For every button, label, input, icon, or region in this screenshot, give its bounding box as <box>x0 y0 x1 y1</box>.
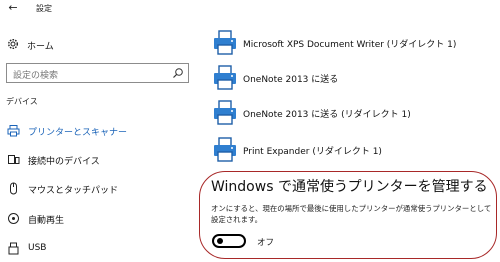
printer-name: OneNote 2013 に送る <box>243 75 339 85</box>
printer-device-icon <box>212 136 238 164</box>
sidebar-item-connected-devices[interactable]: 接続中のデバイス <box>0 150 200 170</box>
sidebar-home[interactable]: ホーム <box>0 35 200 55</box>
printer-item[interactable]: Microsoft XPS Document Writer (リダイレクト 1) <box>212 29 492 59</box>
manage-default-printer-heading: Windows で通常使うプリンターを管理する <box>211 179 488 195</box>
printer-icon <box>7 124 20 137</box>
sidebar-item-label: マウスとタッチパッド <box>28 186 119 196</box>
settings-window: ← 設定 ホーム 設定の検索 デバイス プリンターとスキャナー 接続中のデバイス… <box>0 0 500 262</box>
sidebar-item-mouse[interactable]: マウスとタッチパッド <box>0 179 200 199</box>
section-heading-devices: デバイス <box>6 97 38 106</box>
usb-icon <box>7 242 20 255</box>
toggle-state-label: オフ <box>257 238 275 248</box>
printer-device-icon <box>212 29 238 57</box>
autoplay-icon <box>7 212 20 225</box>
printer-item[interactable]: Print Expander (リダイレクト 1) <box>212 136 492 166</box>
sidebar-item-autoplay[interactable]: 自動再生 <box>0 209 200 229</box>
search-input[interactable]: 設定の検索 <box>6 63 189 83</box>
sidebar-item-label: 自動再生 <box>28 216 65 226</box>
search-placeholder: 設定の検索 <box>13 71 59 81</box>
printer-item[interactable]: OneNote 2013 に送る <box>212 64 492 94</box>
printer-device-icon <box>212 64 238 92</box>
mouse-icon <box>7 182 20 195</box>
window-title: 設定 <box>36 4 52 13</box>
back-arrow-icon[interactable]: ← <box>6 1 20 15</box>
printer-name: Print Expander (リダイレクト 1) <box>243 147 382 157</box>
sidebar: ホーム 設定の検索 デバイス プリンターとスキャナー 接続中のデバイス マウスと… <box>0 20 200 262</box>
printer-name: OneNote 2013 に送る (リダイレクト 1) <box>243 110 411 120</box>
toggle-knob <box>217 238 223 244</box>
sidebar-item-usb[interactable]: USB <box>0 239 200 259</box>
manage-default-printer-toggle[interactable] <box>212 234 246 248</box>
sidebar-item-label: USB <box>28 243 47 253</box>
manage-default-printer-description: オンにすると、現在の場所で最後に使用したプリンターが通常使うプリンターとして設定… <box>211 204 492 224</box>
connected-device-icon <box>7 153 20 166</box>
gear-icon <box>7 38 19 50</box>
printer-name: Microsoft XPS Document Writer (リダイレクト 1) <box>243 40 457 50</box>
printer-item[interactable]: OneNote 2013 に送る (リダイレクト 1) <box>212 99 492 129</box>
printer-device-icon <box>212 99 238 127</box>
title-bar: ← 設定 <box>0 0 500 20</box>
search-icon[interactable] <box>172 67 184 79</box>
sidebar-item-label: プリンターとスキャナー <box>28 128 128 138</box>
sidebar-home-label: ホーム <box>27 42 54 52</box>
sidebar-item-label: 接続中のデバイス <box>28 157 100 167</box>
sidebar-item-printers[interactable]: プリンターとスキャナー <box>0 121 200 141</box>
